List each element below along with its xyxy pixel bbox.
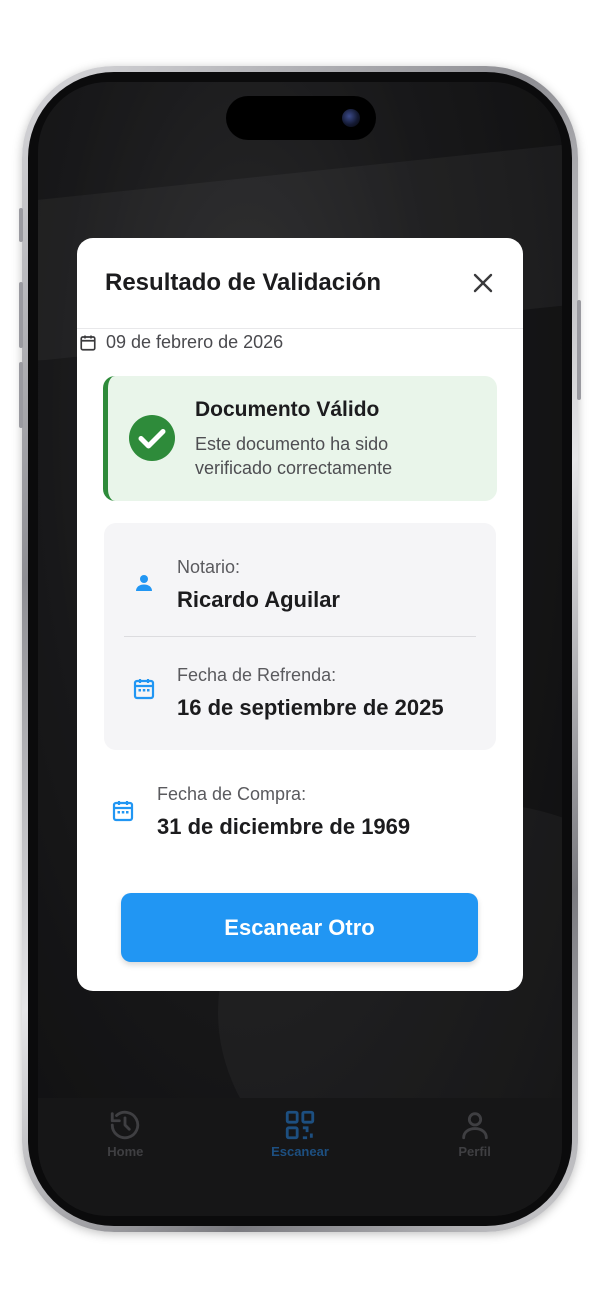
action-button [19, 208, 23, 242]
scan-another-button[interactable]: Escanear Otro [121, 893, 478, 962]
power-button [577, 300, 581, 400]
purchase-label: Fecha de Compra: [157, 784, 307, 804]
status-message: Este documento ha sido verificado correc… [195, 434, 393, 478]
calendar-icon [133, 679, 155, 700]
user-icon [461, 1112, 488, 1140]
purchase-date-row: Fecha de Compra: 31 de diciembre de 1969 [77, 778, 523, 848]
qr-code-icon [285, 1110, 315, 1140]
tab-perfil[interactable]: Perfil [415, 1108, 535, 1159]
notary-value: Ricardo Aguilar [177, 587, 340, 612]
refrenda-row: Fecha de Refrenda: 16 de septiembre de 2… [104, 653, 496, 753]
details-card: Notario: Ricardo Aguilar Fecha de Refren… [104, 523, 496, 750]
check-circle-icon [129, 415, 175, 461]
volume-up-button [19, 282, 23, 348]
status-title: Documento Válido [195, 398, 380, 421]
calendar-icon [112, 801, 134, 822]
modal-header: Resultado de Validación [77, 238, 523, 329]
tab-home[interactable]: Home [65, 1108, 185, 1159]
validation-date-text: 09 de febrero de 2026 [106, 332, 284, 352]
tab-escanear-label: Escanear [271, 1144, 329, 1159]
person-icon [136, 575, 152, 591]
tab-home-label: Home [107, 1144, 144, 1159]
purchase-value: 31 de diciembre de 1969 [157, 814, 411, 839]
camera-icon [342, 109, 360, 127]
close-button[interactable] [471, 271, 495, 295]
close-icon [473, 273, 493, 293]
status-banner: Documento Válido Este documento ha sido … [103, 376, 497, 501]
validation-date: 09 de febrero de 2026 [79, 332, 283, 353]
modal-title: Resultado de Validación [105, 269, 382, 296]
refrenda-label: Fecha de Refrenda: [177, 665, 337, 685]
volume-down-button [19, 362, 23, 428]
validation-result-modal: Resultado de Validación 09 de febrero de… [77, 238, 523, 991]
dynamic-island [226, 96, 376, 140]
tab-perfil-label: Perfil [458, 1144, 491, 1159]
notary-label: Notario: [177, 557, 241, 577]
refrenda-value: 16 de septiembre de 2025 [177, 695, 444, 720]
notary-row: Notario: Ricardo Aguilar [104, 545, 496, 645]
tab-bar: Home Escanear Perfil [38, 1098, 562, 1216]
tab-escanear[interactable]: Escanear [240, 1108, 360, 1159]
calendar-icon [80, 335, 96, 351]
divider [124, 636, 476, 637]
history-icon [111, 1110, 140, 1140]
